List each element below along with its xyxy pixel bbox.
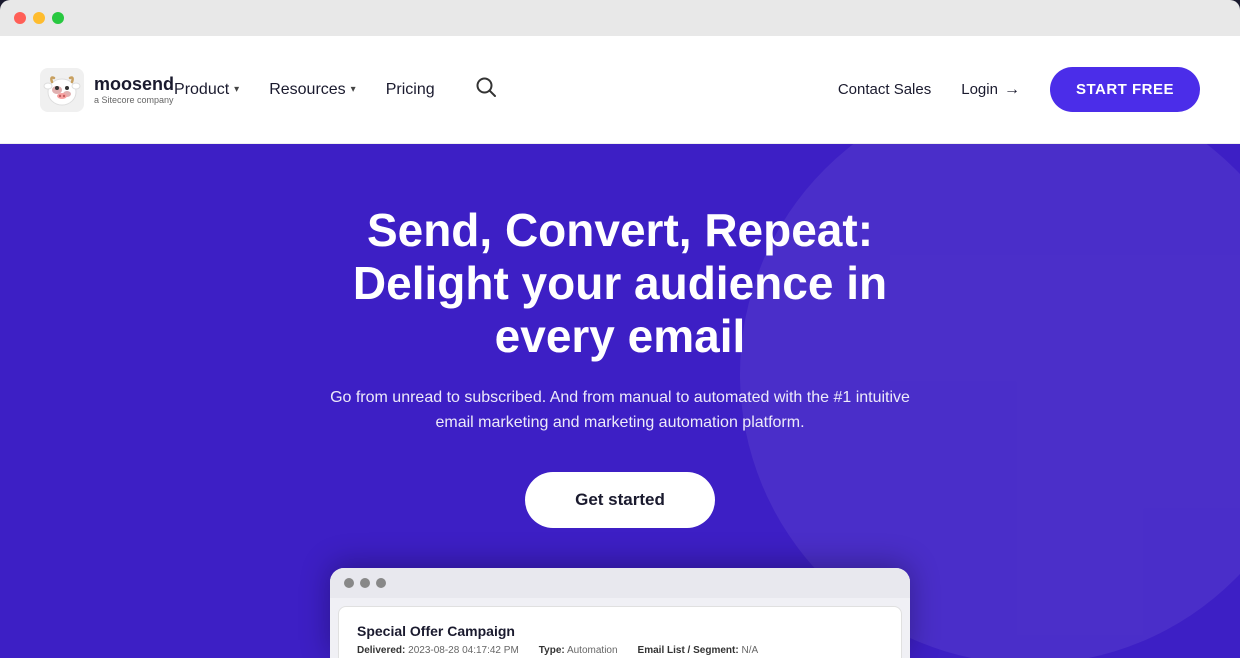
email-list-field: Email List / Segment: N/A	[638, 645, 759, 656]
contact-sales-link[interactable]: Contact Sales	[838, 81, 931, 98]
email-list-value: N/A	[741, 645, 758, 656]
preview-content: Special Offer Campaign Delivered: 2023-0…	[338, 606, 902, 658]
resources-chevron-icon: ▾	[351, 84, 356, 95]
campaign-title: Special Offer Campaign	[357, 623, 883, 639]
maximize-button[interactable]	[52, 12, 64, 24]
nav-product-label: Product	[174, 81, 229, 99]
delivered-field: Delivered: 2023-08-28 04:17:42 PM	[357, 645, 519, 656]
get-started-button[interactable]: Get started	[525, 472, 715, 528]
login-arrow-icon: →	[1004, 81, 1020, 99]
preview-dot-3	[376, 578, 386, 588]
logo-name: moosend	[94, 75, 174, 93]
nav-right: Contact Sales Login → START FREE	[838, 67, 1200, 112]
logo-subtitle: a Sitecore company	[94, 95, 174, 105]
hero-title: Send, Convert, Repeat: Delight your audi…	[353, 204, 887, 363]
nav-item-product[interactable]: Product ▾	[174, 81, 239, 99]
preview-header	[330, 568, 910, 598]
logo-text-area: moosend a Sitecore company	[94, 75, 174, 105]
navbar: moosend a Sitecore company Product ▾ Res…	[0, 36, 1240, 144]
nav-resources-label: Resources	[269, 81, 345, 99]
page: moosend a Sitecore company Product ▾ Res…	[0, 36, 1240, 658]
product-chevron-icon: ▾	[234, 84, 239, 95]
login-link[interactable]: Login →	[961, 81, 1020, 99]
delivered-label: Delivered:	[357, 645, 405, 656]
type-value: Automation	[567, 645, 618, 656]
dashboard-preview-card: Special Offer Campaign Delivered: 2023-0…	[330, 568, 910, 658]
preview-dot-1	[344, 578, 354, 588]
nav-item-pricing[interactable]: Pricing	[386, 81, 435, 99]
start-free-button[interactable]: START FREE	[1050, 67, 1200, 112]
nav-pricing-label: Pricing	[386, 81, 435, 99]
close-button[interactable]	[14, 12, 26, 24]
search-icon[interactable]	[475, 76, 497, 104]
delivered-value: 2023-08-28 04:17:42 PM	[408, 645, 519, 656]
nav-item-resources[interactable]: Resources ▾	[269, 81, 356, 99]
moosend-logo-icon	[40, 68, 84, 112]
type-label: Type:	[539, 645, 565, 656]
hero-subtitle: Go from unread to subscribed. And from m…	[320, 385, 920, 436]
logo-area[interactable]: moosend a Sitecore company	[40, 68, 174, 112]
login-label: Login	[961, 81, 998, 98]
browser-chrome	[0, 0, 1240, 36]
nav-links: Product ▾ Resources ▾ Pricing	[174, 76, 838, 104]
preview-dot-2	[360, 578, 370, 588]
campaign-meta: Delivered: 2023-08-28 04:17:42 PM Type: …	[357, 645, 883, 656]
minimize-button[interactable]	[33, 12, 45, 24]
type-field: Type: Automation	[539, 645, 618, 656]
hero-section: Send, Convert, Repeat: Delight your audi…	[0, 144, 1240, 658]
email-list-label: Email List / Segment:	[638, 645, 739, 656]
